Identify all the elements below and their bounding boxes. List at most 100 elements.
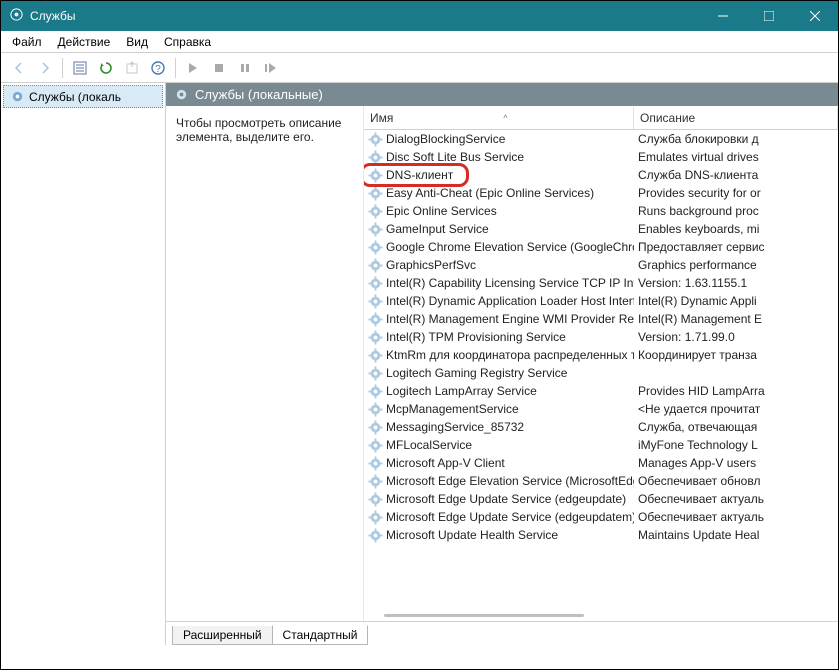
horizontal-scrollbar[interactable] bbox=[364, 611, 838, 619]
table-row[interactable]: DNS-клиентСлужба DNS-клиента bbox=[364, 166, 838, 184]
cell-name: Microsoft Edge Update Service (edgeupdat… bbox=[364, 510, 634, 525]
close-button[interactable] bbox=[792, 1, 838, 31]
menu-view[interactable]: Вид bbox=[119, 33, 155, 51]
service-icon bbox=[368, 330, 383, 345]
cell-desc: Version: 1.71.99.0 bbox=[634, 330, 838, 344]
svg-text:?: ? bbox=[155, 64, 161, 75]
cell-name: Intel(R) Capability Licensing Service TC… bbox=[364, 276, 634, 291]
cell-name: DialogBlockingService bbox=[364, 132, 634, 147]
menu-action[interactable]: Действие bbox=[51, 33, 118, 51]
table-row[interactable]: Microsoft Edge Update Service (edgeupdat… bbox=[364, 490, 838, 508]
cell-desc: Provides HID LampArra bbox=[634, 384, 838, 398]
cell-name: Logitech Gaming Registry Service bbox=[364, 366, 634, 381]
table-row[interactable]: Intel(R) Management Engine WMI Provider … bbox=[364, 310, 838, 328]
table-row[interactable]: MessagingService_85732Служба, отвечающая bbox=[364, 418, 838, 436]
cell-name: GameInput Service bbox=[364, 222, 634, 237]
tab-extended[interactable]: Расширенный bbox=[172, 626, 273, 645]
cell-desc: Служба блокировки д bbox=[634, 132, 838, 146]
cell-desc: Maintains Update Heal bbox=[634, 528, 838, 542]
minimize-button[interactable] bbox=[700, 1, 746, 31]
forward-button[interactable] bbox=[33, 56, 57, 80]
cell-name: KtmRm для координатора распределенных тр… bbox=[364, 348, 634, 363]
table-row[interactable]: GraphicsPerfSvcGraphics performance bbox=[364, 256, 838, 274]
table-row[interactable]: GameInput ServiceEnables keyboards, mi bbox=[364, 220, 838, 238]
service-icon bbox=[368, 384, 383, 399]
column-name[interactable]: Имя ^ bbox=[364, 107, 634, 129]
start-button[interactable] bbox=[181, 56, 205, 80]
cell-desc: Предоставляет сервис bbox=[634, 240, 838, 254]
table-row[interactable]: Easy Anti-Cheat (Epic Online Services)Pr… bbox=[364, 184, 838, 202]
cell-desc: Provides security for or bbox=[634, 186, 838, 200]
restart-button[interactable] bbox=[259, 56, 283, 80]
table-row[interactable]: DialogBlockingServiceСлужба блокировки д bbox=[364, 130, 838, 148]
table-row[interactable]: Microsoft App-V ClientManages App-V user… bbox=[364, 454, 838, 472]
export-button[interactable] bbox=[120, 56, 144, 80]
service-icon bbox=[368, 186, 383, 201]
table-row[interactable]: Microsoft Edge Update Service (edgeupdat… bbox=[364, 508, 838, 526]
services-list: Имя ^ Описание DialogBlockingServiceСлуж… bbox=[364, 106, 838, 621]
service-icon bbox=[368, 240, 383, 255]
list-header: Имя ^ Описание bbox=[364, 106, 838, 130]
cell-name: Google Chrome Elevation Service (GoogleC… bbox=[364, 240, 634, 255]
service-icon bbox=[368, 420, 383, 435]
service-icon bbox=[368, 204, 383, 219]
cell-name: DNS-клиент bbox=[364, 168, 634, 183]
service-icon bbox=[368, 168, 383, 183]
menu-file[interactable]: Файл bbox=[5, 33, 49, 51]
service-icon bbox=[368, 456, 383, 471]
table-row[interactable]: Google Chrome Elevation Service (GoogleC… bbox=[364, 238, 838, 256]
cell-name: Microsoft Edge Elevation Service (Micros… bbox=[364, 474, 634, 489]
app-icon bbox=[9, 7, 24, 25]
cell-desc: Graphics performance bbox=[634, 258, 838, 272]
cell-name: Intel(R) TPM Provisioning Service bbox=[364, 330, 634, 345]
table-row[interactable]: KtmRm для координатора распределенных тр… bbox=[364, 346, 838, 364]
details-button[interactable] bbox=[68, 56, 92, 80]
service-icon bbox=[368, 132, 383, 147]
window-title: Службы bbox=[30, 9, 75, 23]
table-row[interactable]: Microsoft Update Health ServiceMaintains… bbox=[364, 526, 838, 544]
cell-name: Microsoft Edge Update Service (edgeupdat… bbox=[364, 492, 634, 507]
table-row[interactable]: Logitech Gaming Registry Service bbox=[364, 364, 838, 382]
maximize-button[interactable] bbox=[746, 1, 792, 31]
table-row[interactable]: Disc Soft Lite Bus ServiceEmulates virtu… bbox=[364, 148, 838, 166]
refresh-button[interactable] bbox=[94, 56, 118, 80]
table-row[interactable]: Logitech LampArray ServiceProvides HID L… bbox=[364, 382, 838, 400]
cell-name: Easy Anti-Cheat (Epic Online Services) bbox=[364, 186, 634, 201]
table-row[interactable]: MFLocalServiceiMyFone Technology L bbox=[364, 436, 838, 454]
table-row[interactable]: Intel(R) TPM Provisioning ServiceVersion… bbox=[364, 328, 838, 346]
column-description[interactable]: Описание bbox=[634, 107, 838, 129]
stop-button[interactable] bbox=[207, 56, 231, 80]
table-row[interactable]: Epic Online ServicesRuns background proc bbox=[364, 202, 838, 220]
list-body[interactable]: DialogBlockingServiceСлужба блокировки д… bbox=[364, 130, 838, 621]
cell-name: Microsoft App-V Client bbox=[364, 456, 634, 471]
desc-line2: элемента, выделите его. bbox=[176, 130, 353, 144]
service-icon bbox=[368, 312, 383, 327]
service-icon bbox=[368, 150, 383, 165]
sort-indicator-icon: ^ bbox=[503, 113, 507, 123]
cell-desc: <Не удается прочитат bbox=[634, 402, 838, 416]
cell-desc: Intel(R) Management E bbox=[634, 312, 838, 326]
right-pane: Службы (локальные) Чтобы просмотреть опи… bbox=[166, 83, 838, 645]
pause-button[interactable] bbox=[233, 56, 257, 80]
table-row[interactable]: Intel(R) Capability Licensing Service TC… bbox=[364, 274, 838, 292]
desc-line1: Чтобы просмотреть описание bbox=[176, 116, 353, 130]
right-header-title: Службы (локальные) bbox=[195, 87, 323, 102]
service-icon bbox=[368, 294, 383, 309]
tab-standard[interactable]: Стандартный bbox=[272, 625, 369, 645]
table-row[interactable]: Microsoft Edge Elevation Service (Micros… bbox=[364, 472, 838, 490]
menubar: Файл Действие Вид Справка bbox=[1, 31, 838, 53]
service-icon bbox=[368, 366, 383, 381]
cell-name: Microsoft Update Health Service bbox=[364, 528, 634, 543]
help-button[interactable]: ? bbox=[146, 56, 170, 80]
cell-desc: Manages App-V users bbox=[634, 456, 838, 470]
tree-item-services[interactable]: Службы (локаль bbox=[3, 85, 163, 108]
back-button[interactable] bbox=[7, 56, 31, 80]
cell-name: McpManagementService bbox=[364, 402, 634, 417]
service-icon bbox=[368, 222, 383, 237]
titlebar: Службы bbox=[1, 1, 838, 31]
table-row[interactable]: McpManagementService<Не удается прочитат bbox=[364, 400, 838, 418]
service-icon bbox=[368, 348, 383, 363]
menu-help[interactable]: Справка bbox=[157, 33, 218, 51]
table-row[interactable]: Intel(R) Dynamic Application Loader Host… bbox=[364, 292, 838, 310]
cell-desc: Emulates virtual drives bbox=[634, 150, 838, 164]
